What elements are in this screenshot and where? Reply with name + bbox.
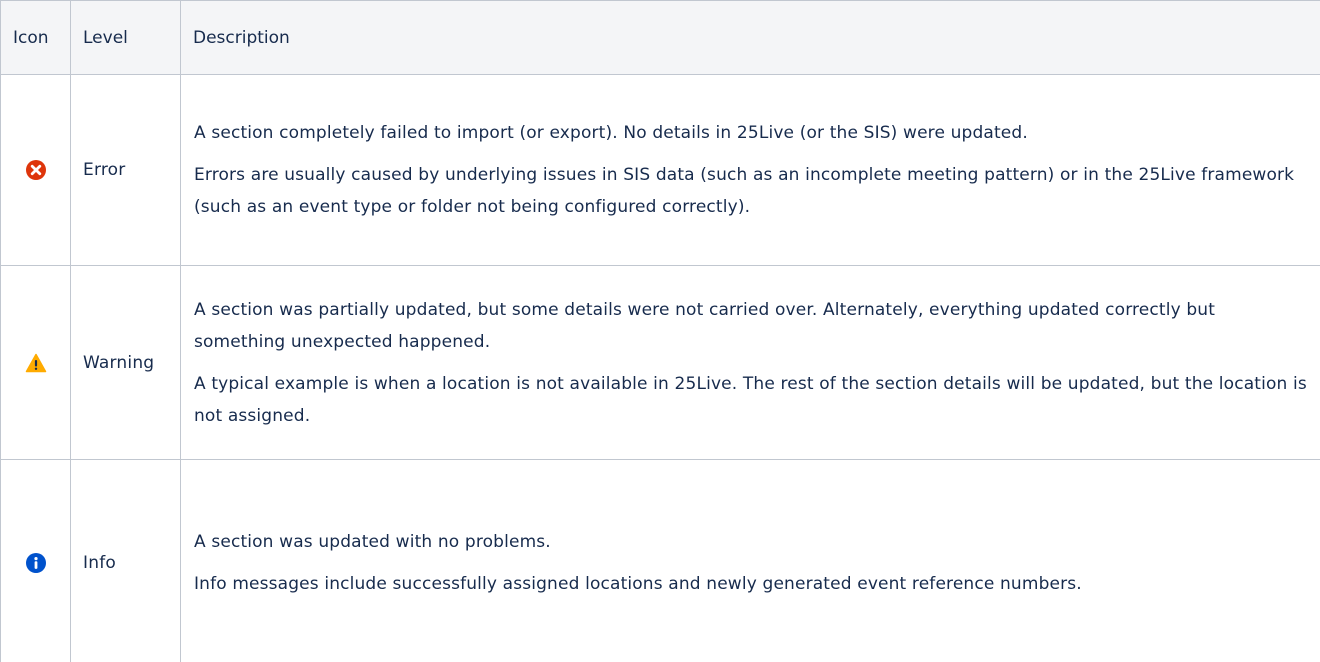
header-description: Description bbox=[180, 0, 1320, 75]
level-cell: Warning bbox=[70, 265, 181, 460]
description-paragraph: A section was partially updated, but som… bbox=[194, 299, 1216, 352]
description-paragraph: Errors are usually caused by underlying … bbox=[194, 165, 1295, 217]
table-row: Info A section was updated with no probl… bbox=[0, 459, 1320, 662]
level-label: Warning bbox=[83, 352, 155, 373]
table-row: Warning A section was partially updated,… bbox=[0, 265, 1320, 460]
log-levels-table: Icon Level Description Error A section c… bbox=[0, 0, 1320, 662]
description-paragraph: Info messages include successfully assig… bbox=[194, 574, 1082, 594]
error-icon bbox=[25, 159, 47, 181]
table-row: Error A section completely failed to imp… bbox=[0, 74, 1320, 266]
table-header-row: Icon Level Description bbox=[0, 0, 1320, 75]
description-paragraph: A typical example is when a location is … bbox=[194, 373, 1307, 426]
info-icon bbox=[25, 552, 47, 574]
warning-icon bbox=[25, 352, 47, 374]
level-cell: Info bbox=[70, 459, 181, 662]
description-cell: A section was partially updated, but som… bbox=[180, 265, 1320, 460]
level-cell: Error bbox=[70, 74, 181, 266]
level-label: Info bbox=[83, 553, 116, 573]
description-paragraph: A section completely failed to import (o… bbox=[194, 123, 1028, 143]
icon-cell bbox=[0, 459, 71, 662]
description-paragraph: A section was updated with no problems. bbox=[194, 532, 551, 552]
description-cell: A section completely failed to import (o… bbox=[180, 74, 1320, 266]
description-cell: A section was updated with no problems. … bbox=[180, 459, 1320, 662]
icon-cell bbox=[0, 74, 71, 266]
header-level: Level bbox=[70, 0, 181, 75]
icon-cell bbox=[0, 265, 71, 460]
level-label: Error bbox=[83, 160, 126, 180]
page: Icon Level Description Error A section c… bbox=[0, 0, 1320, 662]
header-icon: Icon bbox=[0, 0, 71, 75]
